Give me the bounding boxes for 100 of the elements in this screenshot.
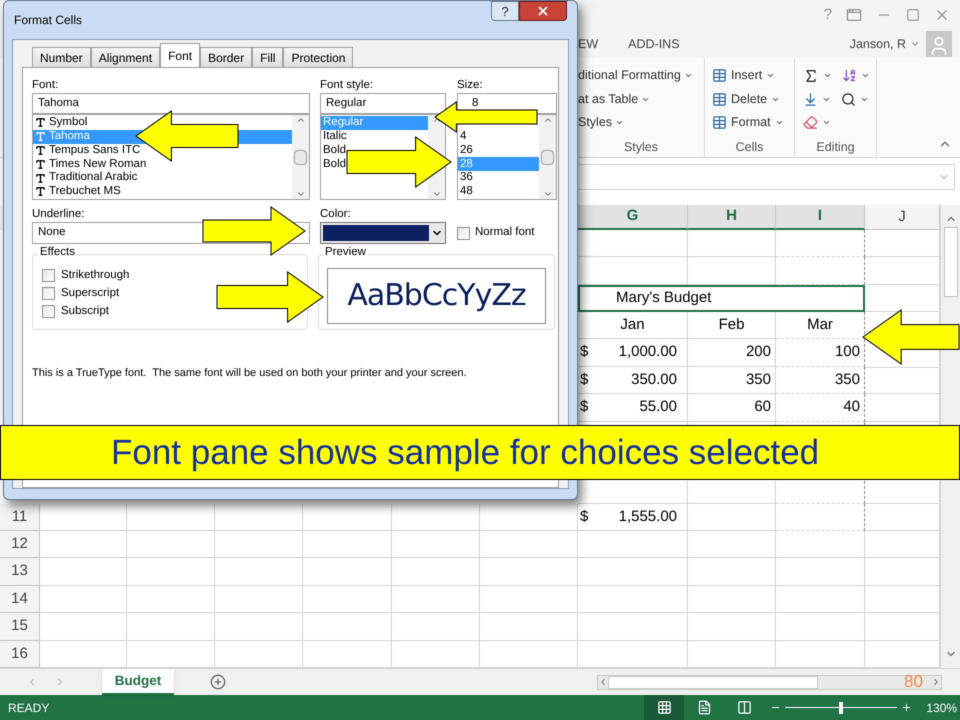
table-cell[interactable]: Feb [688,312,776,340]
view-button[interactable] [644,695,684,720]
number-cell-text: 100 [834,342,860,362]
status-text: READY [8,700,50,716]
ribbon-tab[interactable]: ADD-INS [628,34,680,54]
font-icon [35,186,46,198]
dialog-tab[interactable]: Alignment [90,47,160,67]
list-item[interactable]: Bold [321,157,348,172]
horizontal-scrollbar[interactable] [597,674,942,690]
ribbon-command[interactable]: at as Table [578,90,638,108]
sort-icon[interactable] [842,68,857,84]
ribbon-command[interactable]: ditional Formatting [578,66,681,86]
amount: 1,000.00 [618,342,677,362]
text-field[interactable]: Regular [320,93,446,114]
maximize-icon[interactable] [906,8,920,22]
sheet-tab[interactable]: Budget [102,669,174,695]
color-dropdown[interactable] [320,222,446,244]
ribbon-command[interactable]: Format [731,113,771,132]
table-cell[interactable]: 350 [776,366,865,394]
font-icon [35,144,46,156]
number-cell-text: 350 [834,370,860,390]
ribbon-display-icon[interactable] [846,7,862,23]
number-cell-text: 200 [746,342,771,362]
dialog-tab[interactable]: Protection [283,47,354,67]
group-label: Editing [815,139,856,156]
table-cell[interactable]: 350 [688,366,776,394]
ribbon-tab[interactable]: EW [578,34,598,54]
dialog-tab[interactable]: Number [32,47,91,67]
list-item[interactable]: 48 [458,184,475,199]
eraser-icon[interactable] [803,115,818,130]
column-header[interactable]: I [776,205,865,230]
table-cell[interactable]: 40 [776,394,865,422]
list-item[interactable]: Italic [321,130,349,144]
dialog-tab[interactable]: Fill [252,47,284,67]
zoom-thumb[interactable] [839,702,844,714]
ribbon-command[interactable]: Insert [731,66,762,86]
table-icon [712,92,727,107]
close-icon [536,4,550,18]
scrollbar[interactable] [292,115,309,199]
list-item[interactable]: Times New Roman [33,157,148,172]
scrollbar[interactable] [539,115,556,199]
dialog-tab[interactable]: Border [200,47,252,67]
dialog-tab[interactable]: Font [160,43,200,67]
font-icon [35,172,46,184]
close-button[interactable] [519,1,567,21]
number-cell-text: 60 [754,397,771,418]
table-cell[interactable]: 100 [776,339,865,367]
checkbox[interactable] [42,269,55,282]
list-item[interactable]: Bold [321,144,348,158]
column-header[interactable]: H [688,205,776,230]
table-cell[interactable]: $ 1,555.00 [578,504,688,532]
zoom-in-icon[interactable] [901,702,912,713]
scroll-thumb[interactable] [541,150,554,164]
scroll-thumb[interactable] [944,227,958,297]
table-cell[interactable]: 60 [688,394,776,422]
list-item[interactable]: Symbol [33,116,90,130]
table-icon [712,68,727,84]
add-sheet-icon[interactable] [210,674,226,690]
callout-text: Font pane shows sample for choices selected [111,435,820,470]
checkbox[interactable] [457,226,470,240]
ribbon-command[interactable]: Styles [578,113,612,132]
list-item[interactable]: Trebuchet MS [33,184,123,199]
scroll-thumb[interactable] [608,676,818,688]
list-item[interactable]: 4 [458,130,468,144]
column-header[interactable]: G [578,205,688,230]
checkbox[interactable] [42,287,55,300]
month-header: Jan [620,315,645,336]
checkbox-label: Superscript [61,288,120,300]
row-header[interactable]: 12 [0,531,40,558]
list-item[interactable]: Traditional Arabic [33,171,140,185]
row-header[interactable]: 13 [0,558,40,586]
user-name[interactable]: Janson, R [850,34,906,54]
table-cell[interactable]: 200 [688,339,776,367]
scroll-thumb[interactable] [294,150,307,164]
fill-down-icon[interactable] [803,92,818,107]
row-header[interactable]: 16 [0,640,40,668]
row-header[interactable]: 15 [0,613,40,641]
checkbox[interactable] [42,305,55,318]
table-cell[interactable] [776,230,865,258]
currency-symbol: $ [580,397,588,418]
user-avatar[interactable] [926,31,952,57]
help-button[interactable]: ? [491,1,519,21]
page-break-icon [736,700,752,715]
list-item[interactable]: Tempus Sans ITC [33,144,142,158]
table-cell[interactable] [776,504,865,532]
zoom-slider[interactable] [785,702,898,714]
row-header[interactable]: 11 [0,504,40,532]
search-icon[interactable] [841,92,856,107]
list-item[interactable]: 36 [458,171,475,185]
table-cell[interactable] [776,257,865,285]
title-cell[interactable]: Mary's Budget [578,284,865,312]
field-label: Color: [320,207,352,222]
column-header[interactable]: J [865,205,940,230]
row-header[interactable]: 14 [0,586,40,614]
font-icon [35,131,46,142]
text-field[interactable]: Tahoma [32,93,310,114]
table-icon [712,115,727,130]
slide-number: 80 [904,671,923,693]
list-item[interactable]: 26 [458,144,475,158]
ribbon-command[interactable]: Delete [731,90,768,108]
